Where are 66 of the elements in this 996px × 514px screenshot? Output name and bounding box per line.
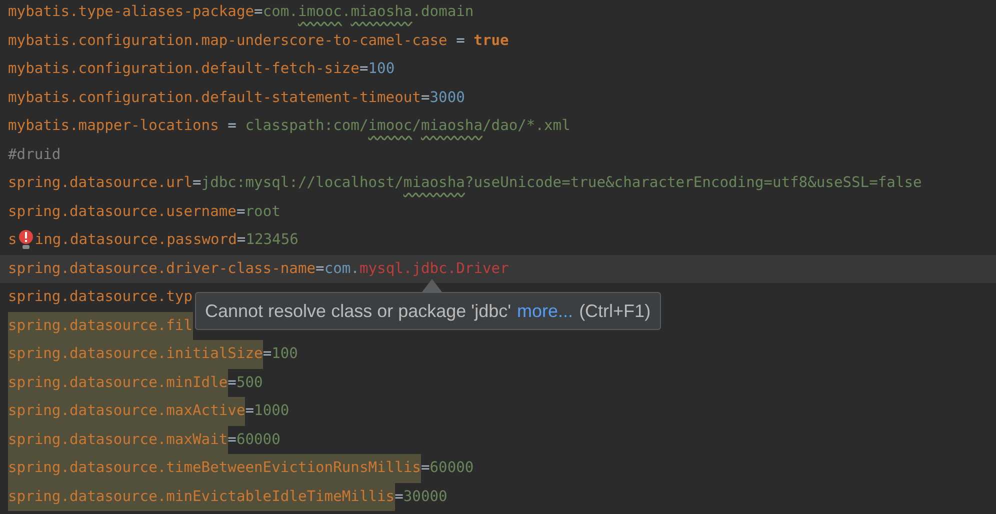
code-token: .Driver: [447, 258, 509, 278]
code-token: spring.datasource.typ: [8, 287, 193, 307]
code-token: mysql.: [359, 258, 412, 278]
code-token: =: [420, 458, 430, 478]
code-token: classpath:com/: [245, 116, 368, 136]
code-token: =: [254, 2, 263, 22]
code-token: =: [455, 30, 466, 50]
code-token: 60000: [236, 430, 280, 450]
code-token: spring.datasource.maxWait: [8, 426, 228, 454]
code-token: .domain: [412, 2, 474, 22]
code-token: =: [236, 230, 246, 250]
code-token: miaosha: [403, 173, 465, 193]
code-token: =: [394, 486, 404, 506]
tooltip-message: Cannot resolve class or package 'jdbc': [205, 300, 512, 323]
code-token: mybatis.configuration.map-underscore-to-camel-case: [8, 30, 448, 50]
code-token: 500: [236, 372, 263, 392]
code-token: spring.datasource.timeBetweenEvictionRunsMillis: [8, 454, 421, 482]
code-token: mybatis.configuration.default-statement-timeout: [8, 88, 421, 108]
more-link[interactable]: more...: [517, 298, 574, 324]
code-token: /: [412, 116, 421, 136]
code-token: jdbc: [412, 258, 448, 278]
code-token: =: [359, 59, 368, 79]
code-token: =: [262, 344, 272, 364]
code-token: 3000: [430, 88, 465, 108]
code-token: spring.datasource.maxActive: [8, 397, 246, 426]
code-token: true: [474, 30, 509, 50]
code-token: com.: [262, 2, 298, 22]
code-token: 60000: [430, 458, 474, 478]
code-token: #druid: [8, 144, 61, 164]
code-token: ?useUnicode=true&characterEncoding=utf8&useSSL=false: [464, 173, 922, 193]
code-token: spring.datasource.driver-class-name: [8, 258, 316, 278]
code-token: .: [342, 2, 351, 22]
code-token: =: [228, 372, 236, 392]
code-token: 100: [368, 59, 395, 79]
code-token: spring.datasource.minIdle: [8, 368, 228, 397]
code-token: =: [316, 258, 324, 278]
code-token: miaosha: [420, 116, 482, 136]
code-token: =: [226, 116, 238, 136]
code-token: spring.datasource.minEvictableIdleTimeMillis: [8, 482, 395, 511]
code-token: mybatis.mapper-locations: [8, 116, 219, 136]
code-token: =: [192, 173, 202, 193]
code-token: mybatis.type-aliases-package: [8, 2, 254, 22]
code-token: spring.datasource.url: [8, 173, 193, 193]
code-token: =: [228, 430, 236, 450]
code-token: s: [8, 230, 17, 250]
code-token: jdbc:mysql://localhost/: [201, 173, 404, 193]
code-token: /dao/*.xml: [482, 116, 570, 136]
code-token: com.: [324, 258, 360, 278]
code-token: imooc: [298, 2, 342, 22]
error-bulb-icon[interactable]: [18, 229, 34, 252]
code-token: spring.datasource.fil: [8, 312, 193, 340]
code-token: ing.datasource.password: [34, 230, 237, 250]
code-token: spring.datasource.initialSize: [8, 340, 263, 368]
code-token: =: [245, 401, 254, 421]
code-token: 100: [272, 344, 298, 364]
code-token: 30000: [403, 486, 448, 506]
code-token: =: [420, 88, 430, 108]
code-token: spring.datasource.username: [8, 202, 236, 222]
code-token: =: [236, 202, 246, 222]
code-token: mybatis.configuration.default-fetch-size: [8, 59, 360, 79]
code-token: 123456: [246, 230, 298, 250]
code-token: 1000: [254, 401, 290, 421]
shortcut-hint: (Ctrl+F1): [579, 300, 651, 323]
code-token: root: [245, 202, 280, 222]
code-token: imooc: [368, 116, 412, 136]
code-token: miaosha: [350, 2, 412, 22]
